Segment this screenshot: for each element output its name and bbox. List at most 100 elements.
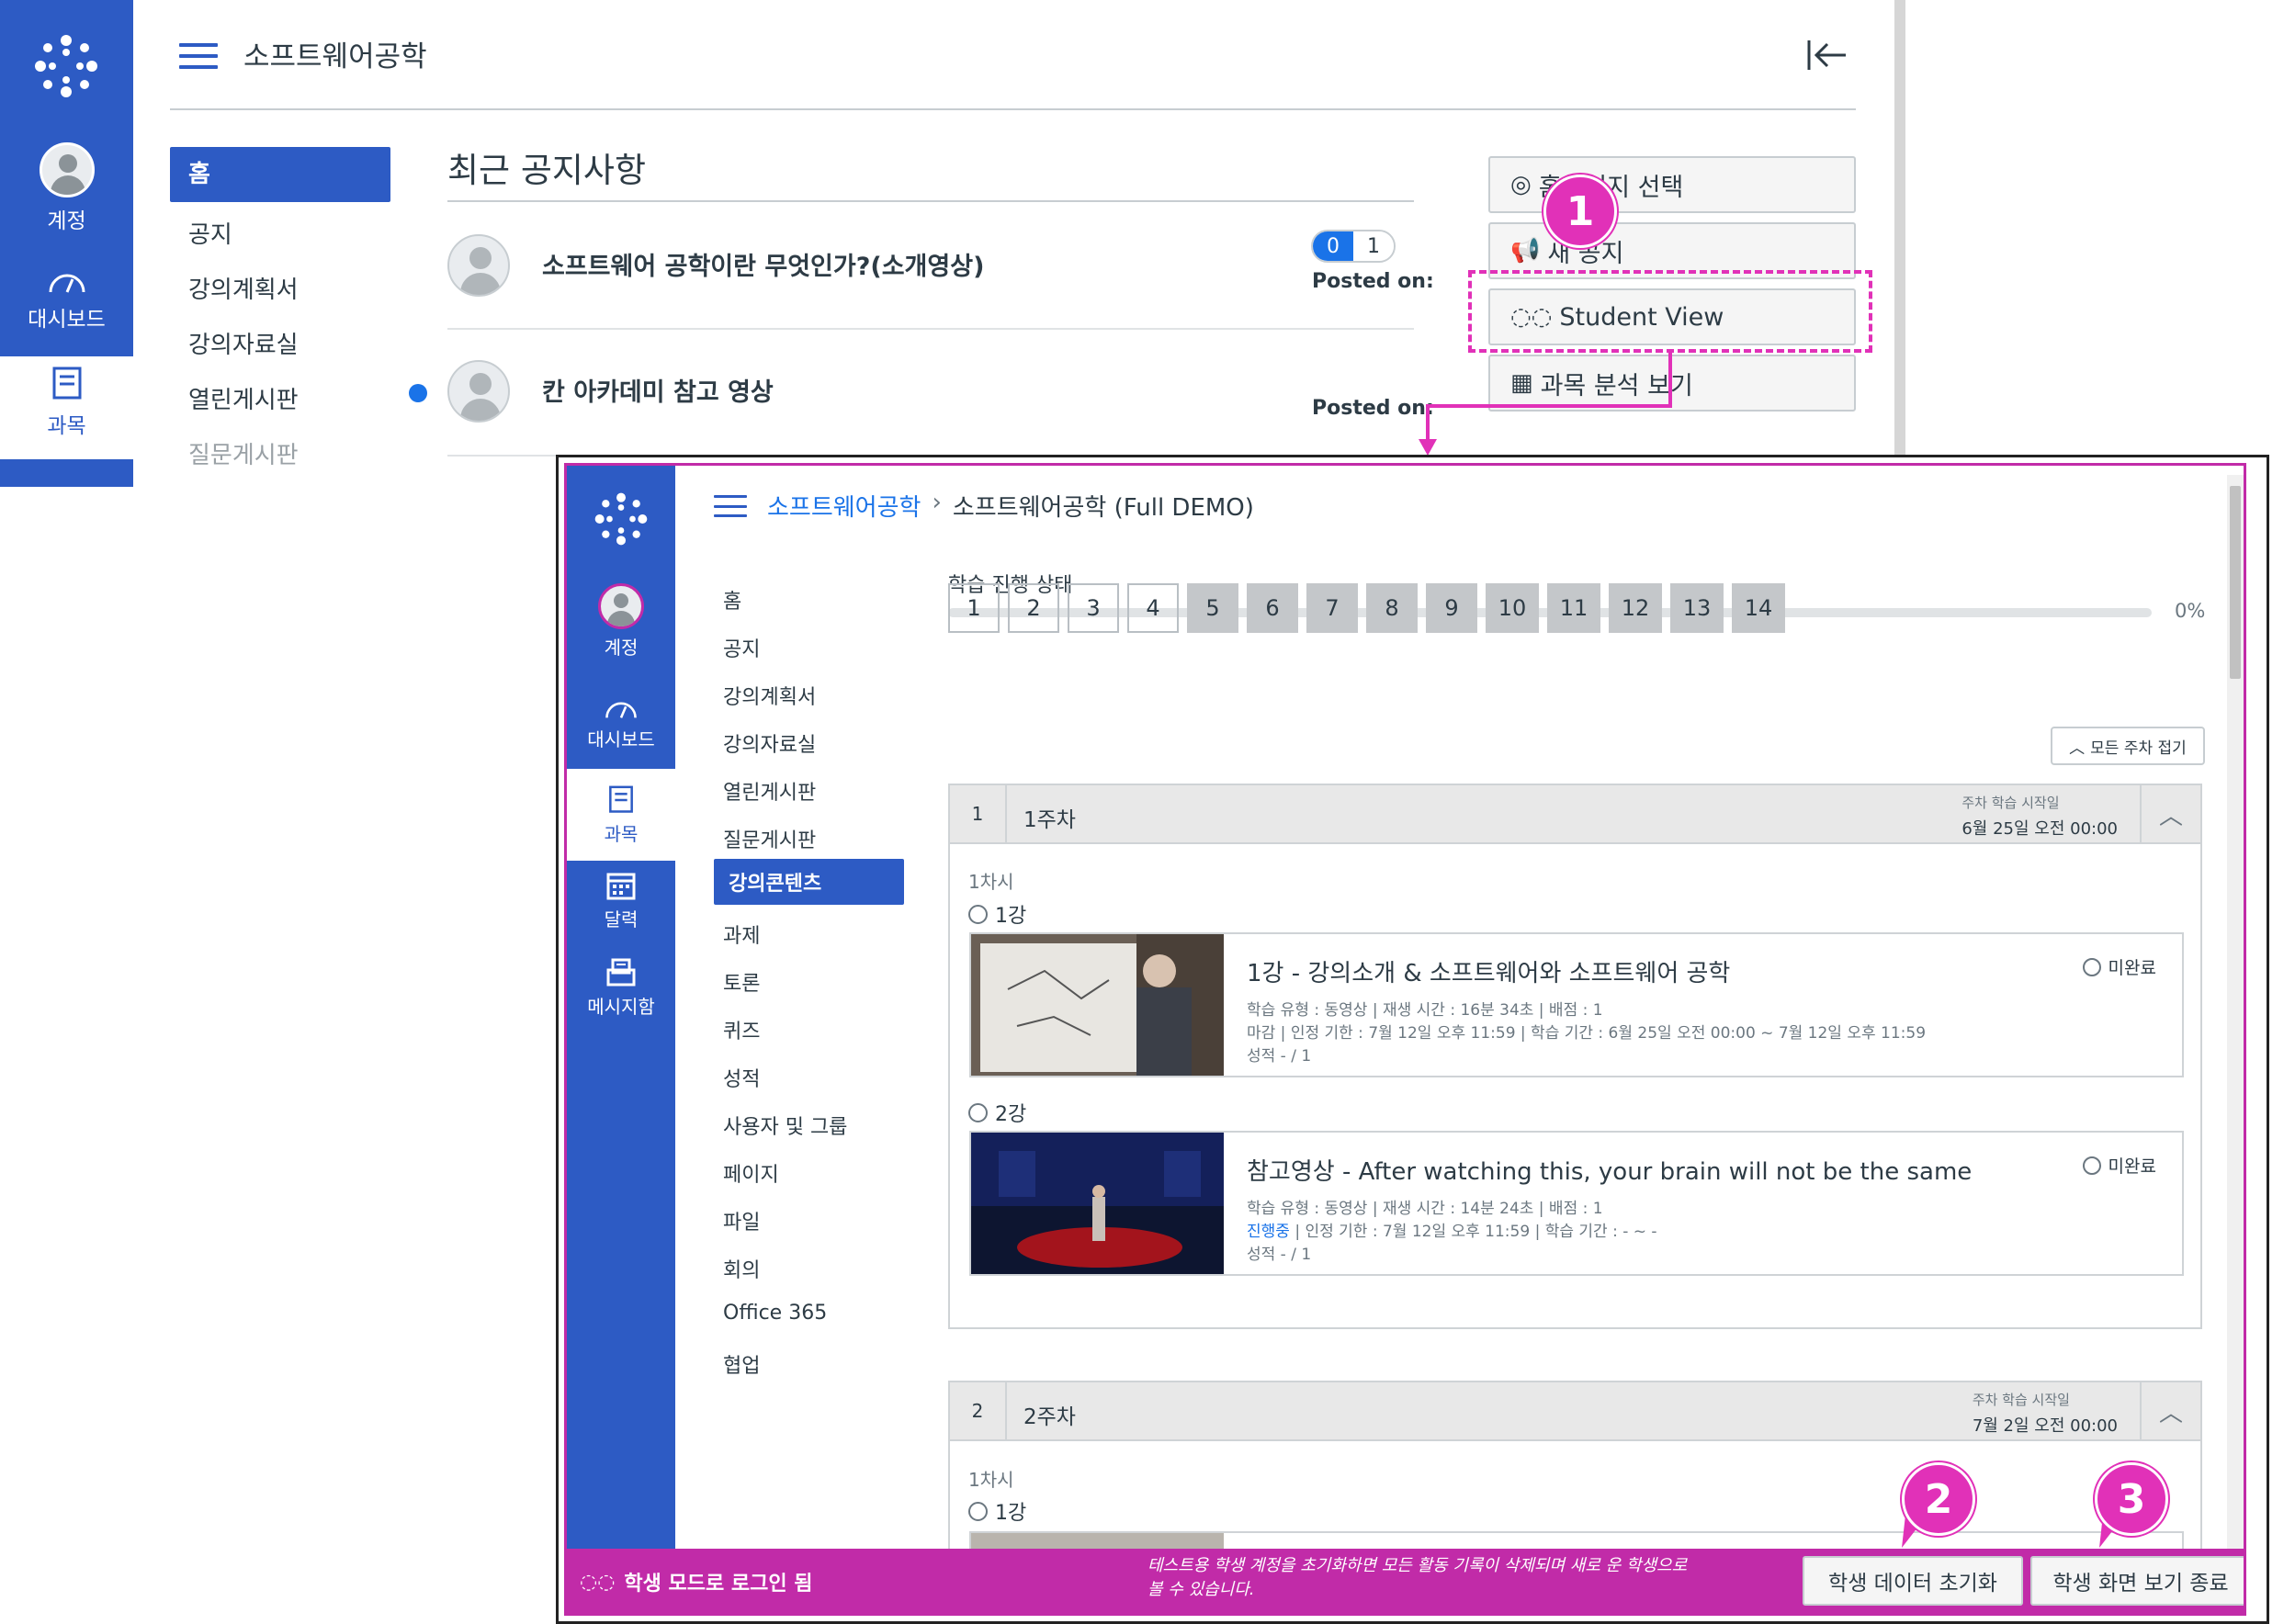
total-count: 1 (1353, 231, 1394, 261)
course-nav-files[interactable]: 파일 (723, 1206, 760, 1235)
global-nav: 계정 대시보드 과목 달력 메시지함 (567, 466, 675, 1613)
week-start: 주차 학습 시작일 6월 25일 오전 00:00 (1961, 795, 2118, 839)
course-nav-conferences[interactable]: 회의 (723, 1254, 760, 1283)
course-nav-qna-board[interactable]: 질문게시판 (723, 824, 816, 853)
nav-dashboard[interactable]: 대시보드 (567, 695, 675, 751)
course-nav-discussions[interactable]: 토론 (723, 967, 760, 997)
scrollbar[interactable] (2227, 475, 2244, 1613)
lesson-title[interactable]: 1강 - 강의소개 & 소프트웨어와 소프트웨어 공학 (1247, 954, 1730, 988)
course-nav-syllabus[interactable]: 강의계획서 (188, 271, 299, 305)
lesson-meta: 진행중 | 인정 기한 : 7월 12일 오후 11:59 | 학습 기간 : … (1247, 1223, 1657, 1241)
radio-circle-icon (968, 904, 988, 924)
course-nav-qna-board[interactable]: 질문게시판 (188, 436, 299, 470)
scrollbar[interactable] (1894, 0, 1905, 459)
course-nav-quizzes[interactable]: 퀴즈 (723, 1015, 760, 1044)
nav-courses-label: 과목 (604, 822, 639, 845)
week-page-button[interactable]: 5 (1187, 583, 1238, 633)
nav-account-label: 계정 (604, 637, 639, 659)
breadcrumb-current: 소프트웨어공학 (Full DEMO) (952, 494, 1254, 522)
course-nav-people[interactable]: 사용자 및 그룹 (723, 1111, 847, 1140)
hamburger-menu-icon[interactable] (714, 495, 747, 517)
course-nav-contents[interactable]: 강의콘텐츠 (714, 859, 904, 905)
course-nav-syllabus[interactable]: 강의계획서 (723, 681, 816, 710)
week-page-button[interactable]: 4 (1127, 583, 1179, 633)
week-page-button[interactable]: 7 (1306, 583, 1358, 633)
announcement-title[interactable]: 칸 아카데미 참고 영상 (542, 372, 774, 408)
course-nav-grades[interactable]: 성적 (723, 1063, 760, 1092)
chevron-up-icon[interactable]: ︿ (2140, 785, 2200, 842)
nav-inbox[interactable]: 메시지함 (567, 957, 675, 1019)
nav-courses[interactable]: 과목 (567, 769, 675, 861)
avatar (447, 360, 510, 423)
week-page-button[interactable]: 8 (1366, 583, 1418, 633)
lesson-meta: 학습 유형 : 동영상 | 재생 시간 : 16분 34초 | 배점 : 1 (1247, 1001, 1603, 1020)
lesson-title[interactable]: 참고영상 - After watching this, your brain w… (1247, 1153, 1972, 1187)
course-nav-announcements[interactable]: 공지 (723, 633, 760, 662)
hamburger-menu-icon[interactable] (179, 43, 218, 69)
lesson-card[interactable]: 참고영상 - After watching this, your brain w… (969, 1131, 2184, 1276)
glasses-icon: ◌◌ (580, 1570, 616, 1594)
week-page-button[interactable]: 10 (1486, 583, 1539, 633)
week-page-button[interactable]: 1 (948, 583, 1000, 633)
nav-overflow (0, 459, 133, 487)
week-page-button[interactable]: 13 (1670, 583, 1724, 633)
canvas-logo-icon (33, 33, 99, 99)
course-nav-resources[interactable]: 강의자료실 (723, 728, 816, 758)
breadcrumb-separator: › (932, 489, 942, 516)
course-nav-resources[interactable]: 강의자료실 (188, 326, 299, 360)
nav-dashboard[interactable]: 대시보드 (0, 266, 133, 333)
week-page-button[interactable]: 11 (1547, 583, 1600, 633)
nav-calendar[interactable]: 달력 (567, 870, 675, 931)
week-page-button[interactable]: 6 (1247, 583, 1298, 633)
nav-dashboard-label: 대시보드 (587, 728, 655, 750)
canvas-logo-icon (594, 491, 649, 547)
course-title: 소프트웨어공학 (243, 40, 427, 73)
course-nav-office365[interactable]: Office 365 (723, 1302, 827, 1325)
posted-on: Posted on: (1312, 270, 1434, 293)
nav-account[interactable]: 계정 (0, 142, 133, 234)
course-nav-announcements[interactable]: 공지 (188, 216, 232, 250)
course-nav-home[interactable]: 홈 (723, 585, 741, 615)
student-mode-bar: ◌◌ 학생 모드로 로그인 됨 테스트용 학생 계정을 초기화하면 모든 활동 기… (567, 1549, 2244, 1613)
lesson-group: 1강 (968, 899, 1026, 929)
leave-student-view-button[interactable]: 학생 화면 보기 종료 (2030, 1556, 2244, 1606)
nav-account[interactable]: 계정 (567, 583, 675, 660)
lesson-card[interactable]: 1강 - 강의소개 & 소프트웨어와 소프트웨어 공학 학습 유형 : 동영상 … (969, 932, 2184, 1077)
week-header[interactable]: 1 1주차 주차 학습 시작일 6월 25일 오전 00:00 ︿ (948, 784, 2202, 844)
course-nav-open-board[interactable]: 열린게시판 (188, 381, 299, 415)
course-nav-pages[interactable]: 페이지 (723, 1158, 779, 1188)
progress-state: 진행중 (1247, 1223, 1290, 1241)
callout-2-badge: 2 (1902, 1462, 1975, 1536)
unread-dot (409, 384, 427, 402)
collapse-all-button[interactable]: ︿ 모든 주차 접기 (2051, 727, 2205, 765)
nav-calendar-label: 달력 (604, 908, 639, 930)
week-page-button[interactable]: 9 (1426, 583, 1477, 633)
course-nav-collaborations[interactable]: 협업 (723, 1349, 760, 1379)
account-icon (39, 142, 95, 197)
completion-status: 미완료 (2082, 954, 2156, 979)
lesson-grade: 성적 - / 1 (1247, 1047, 1312, 1066)
highlight-box (1468, 270, 1872, 353)
scrollbar-thumb[interactable] (2230, 486, 2241, 679)
week-header[interactable]: 2 2주차 주차 학습 시작일 7월 2일 오전 00:00 ︿ (948, 1381, 2202, 1441)
week-page-button[interactable]: 3 (1068, 583, 1119, 633)
course-nav-home[interactable]: 홈 (170, 147, 390, 202)
nav-dashboard-label: 대시보드 (28, 308, 106, 332)
chevron-up-icon[interactable]: ︿ (2140, 1382, 2200, 1439)
week-page-button[interactable]: 14 (1732, 583, 1785, 633)
breadcrumb: 소프트웨어공학 › 소프트웨어공학 (Full DEMO) (767, 489, 1254, 523)
status-circle-icon (2082, 957, 2101, 976)
video-thumbnail (971, 1133, 1224, 1274)
course-nav-assignments[interactable]: 과제 (723, 919, 760, 949)
megaphone-icon: 📢 (1510, 237, 1541, 265)
nav-courses-label: 과목 (47, 414, 86, 438)
week-page-button[interactable]: 2 (1008, 583, 1059, 633)
course-nav-open-board[interactable]: 열린게시판 (723, 776, 816, 806)
breadcrumb-course-link[interactable]: 소프트웨어공학 (767, 489, 921, 523)
announcement-title[interactable]: 소프트웨어 공학이란 무엇인가?(소개영상) (542, 246, 984, 282)
dashboard-icon (49, 274, 85, 293)
reset-student-button[interactable]: 학생 데이터 초기화 (1803, 1556, 2023, 1606)
week-number: 2 (950, 1382, 1007, 1439)
collapse-sidebar-icon[interactable] (1805, 37, 1848, 73)
week-page-button[interactable]: 12 (1609, 583, 1662, 633)
